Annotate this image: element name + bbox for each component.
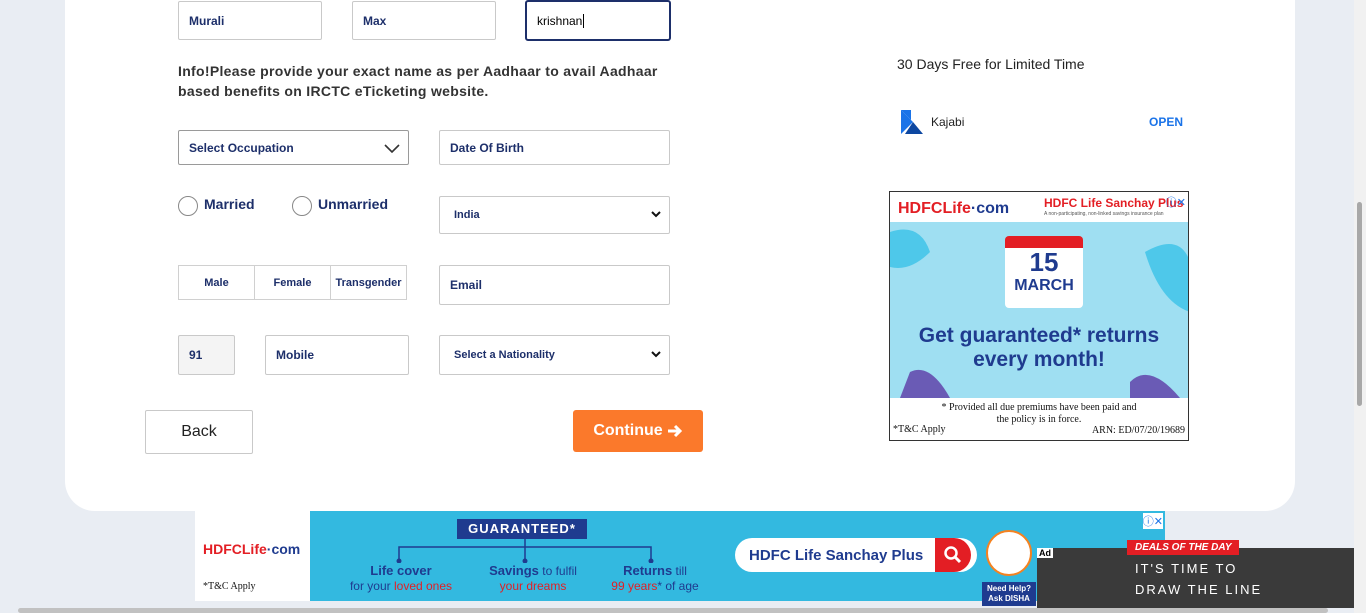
married-radio[interactable]: Married [178, 196, 255, 216]
isd-code-input[interactable]: 91 [178, 335, 235, 375]
occupation-label: Select Occupation [189, 140, 294, 155]
disha-avatar [986, 530, 1032, 576]
horizontal-scrollbar[interactable] [18, 608, 1328, 613]
occupation-select[interactable]: Select Occupation [178, 130, 409, 165]
adchoices-close-icon[interactable]: ⓘ✕ [1166, 194, 1186, 210]
married-label: Married [204, 196, 255, 212]
kajabi-brand: Kajabi [931, 115, 965, 129]
search-icon[interactable] [935, 538, 971, 572]
connector-lines [396, 539, 654, 563]
hdfc-note: * Provided all due premiums have been pa… [941, 402, 1137, 425]
returns-col: Returns till 99 years* of age [611, 563, 699, 593]
arrow-right-icon [667, 424, 682, 438]
gender-toggle-group: Male Female Transgender [178, 265, 407, 300]
last-name-input[interactable]: krishnan [525, 0, 671, 41]
dob-label: Date Of Birth [450, 140, 525, 155]
disha-chatbot[interactable]: Need Help? Ask DISHA [982, 530, 1036, 608]
continue-button[interactable]: Continue [573, 410, 703, 452]
unmarried-label: Unmarried [318, 196, 389, 212]
deals-of-the-day-badge: DEALS OF THE DAY [1127, 540, 1240, 555]
gender-transgender-button[interactable]: Transgender [331, 266, 406, 299]
first-name-input[interactable]: Murali [178, 1, 322, 40]
hdfc-tc: *T&C Apply [893, 424, 946, 435]
kajabi-open-button[interactable]: OPEN [1149, 115, 1183, 129]
kajabi-logo-icon [901, 110, 923, 134]
calendar-icon: 15 MARCH [1005, 236, 1083, 308]
hdfc-footer: * Provided all due premiums have been pa… [890, 398, 1188, 440]
email-input[interactable]: Email [439, 265, 670, 305]
hdfc-search-text: HDFC Life Sanchay Plus [749, 546, 924, 564]
nationality-label: Select a Nationality [454, 349, 555, 361]
country-select[interactable]: India [439, 196, 670, 234]
nationality-select[interactable]: Select a Nationality [439, 335, 670, 375]
hdfc-product-name: HDFC Life Sanchay Plus [1044, 196, 1184, 210]
guaranteed-badge: GUARANTEED* [457, 519, 587, 539]
chevron-down-icon [651, 211, 661, 218]
kajabi-ad[interactable]: 30 Days Free for Limited Time Kajabi OPE… [889, 0, 1189, 142]
aadhaar-info-text: Info!Please provide your exact name as p… [178, 63, 658, 99]
country-value: India [454, 209, 480, 221]
middle-name-value: Max [363, 13, 387, 28]
hdfc-headline: Get guaranteed* returns every month! [918, 324, 1160, 371]
middle-name-input[interactable]: Max [352, 1, 496, 40]
hdfc-product-sub: A non-participating, non-linked savings … [1044, 211, 1164, 217]
first-name-value: Murali [189, 13, 225, 28]
chevron-down-icon [651, 351, 661, 358]
continue-label: Continue [593, 422, 663, 439]
dob-input[interactable]: Date Of Birth [439, 130, 670, 165]
calendar-month: MARCH [1014, 277, 1074, 294]
ad-label: Ad [1037, 548, 1053, 558]
gender-female-button[interactable]: Female [255, 266, 331, 299]
vertical-scrollbar[interactable] [1354, 0, 1366, 613]
hdfc-banner-tc: *T&C Apply [203, 581, 256, 592]
hdfc-banner-logo: HDFCLife·com [203, 541, 301, 557]
savings-col: Savings to fulfil your dreams [489, 563, 577, 593]
hdfc-banner-logo-panel: HDFCLife·com *T&C Apply [195, 511, 310, 601]
hdfc-box-ad[interactable]: HDFCLife·com HDFC Life Sanchay Plus A no… [889, 191, 1189, 441]
kajabi-tagline: 30 Days Free for Limited Time [897, 56, 1085, 72]
back-label: Back [181, 423, 217, 440]
radio-circle-icon [178, 196, 198, 216]
text-caret [583, 13, 585, 28]
chevron-down-icon [384, 143, 400, 153]
back-button[interactable]: Back [145, 410, 253, 454]
life-cover-col: Life cover for your loved ones [349, 563, 453, 593]
deals-ad[interactable]: Ad DEALS OF THE DAY IT'S TIME TO DRAW THE… [1037, 540, 1360, 608]
isd-code-value: 91 [189, 348, 203, 362]
adchoices-close-icon[interactable]: ⓘ✕ [1142, 513, 1163, 529]
hdfc-arn: ARN: ED/07/20/19689 [1091, 425, 1185, 436]
mobile-label: Mobile [276, 348, 314, 362]
gender-male-button[interactable]: Male [179, 266, 255, 299]
calendar-day: 15 [1029, 247, 1059, 277]
scrollbar-thumb[interactable] [1357, 202, 1362, 406]
radio-circle-icon [292, 196, 312, 216]
mobile-input[interactable]: Mobile [265, 335, 409, 375]
email-label: Email [450, 278, 483, 292]
hdfc-logo: HDFCLife·com [898, 200, 1010, 217]
last-name-value: krishnan [537, 13, 583, 28]
unmarried-radio[interactable]: Unmarried [292, 196, 388, 216]
disha-help-label: Need Help? Ask DISHA [982, 582, 1036, 606]
deals-text: IT'S TIME TO DRAW THE LINE [1135, 561, 1263, 597]
